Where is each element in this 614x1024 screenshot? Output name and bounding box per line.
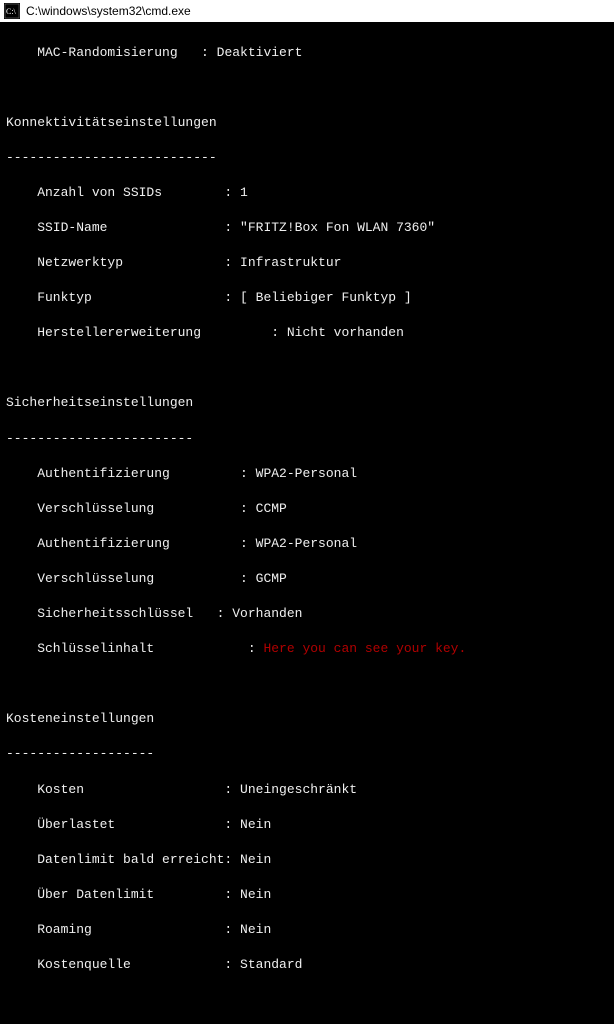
security-header: Sicherheitseinstellungen [6, 394, 608, 412]
enc2-value: GCMP [256, 571, 287, 586]
over-datalimit-label: Über Datenlimit : [6, 887, 240, 902]
mac-rand-label: MAC-Randomisierung : [6, 45, 217, 60]
cost-header: Kosteneinstellungen [6, 710, 608, 728]
svg-text:C:\: C:\ [6, 7, 17, 16]
cmd-icon: C:\ [4, 3, 20, 19]
ssid-count-label: Anzahl von SSIDs : [6, 185, 240, 200]
seckey-value: Vorhanden [232, 606, 302, 621]
radio-type-value: [ Beliebiger Funktyp ] [240, 290, 412, 305]
ssid-name-label: SSID-Name : [6, 220, 240, 235]
auth1-value: WPA2-Personal [256, 466, 357, 481]
blank-line [6, 675, 608, 693]
roaming-value: Nein [240, 922, 271, 937]
auth1-label: Authentifizierung : [6, 466, 256, 481]
datalimit-soon-value: Nein [240, 852, 271, 867]
cost-source-label: Kostenquelle : [6, 957, 240, 972]
network-type-label: Netzwerktyp : [6, 255, 240, 270]
window-title: C:\windows\system32\cmd.exe [26, 4, 191, 18]
titlebar: C:\ C:\windows\system32\cmd.exe [0, 0, 614, 22]
datalimit-soon-label: Datenlimit bald erreicht: [6, 852, 240, 867]
network-type-value: Infrastruktur [240, 255, 341, 270]
cost-value: Uneingeschränkt [240, 782, 357, 797]
cost-source-value: Standard [240, 957, 302, 972]
blank-line [6, 991, 608, 1009]
cost-label: Kosten : [6, 782, 240, 797]
ssid-count-value: 1 [240, 185, 248, 200]
over-datalimit-value: Nein [240, 887, 271, 902]
terminal-output[interactable]: MAC-Randomisierung : Deaktiviert Konnekt… [0, 22, 614, 512]
connectivity-header: Konnektivitätseinstellungen [6, 114, 608, 132]
connectivity-dashes: --------------------------- [6, 149, 608, 167]
cost-dashes: ------------------- [6, 745, 608, 763]
mac-rand-value: Deaktiviert [217, 45, 303, 60]
roaming-label: Roaming : [6, 922, 240, 937]
enc2-label: Verschlüsselung : [6, 571, 256, 586]
enc1-label: Verschlüsselung : [6, 501, 256, 516]
radio-type-label: Funktyp : [6, 290, 240, 305]
blank-line [6, 79, 608, 97]
seckey-label: Sicherheitsschlüssel : [6, 606, 232, 621]
keycontent-value: Here you can see your key. [263, 641, 466, 656]
enc1-value: CCMP [256, 501, 287, 516]
security-dashes: ------------------------ [6, 430, 608, 448]
auth2-label: Authentifizierung : [6, 536, 256, 551]
auth2-value: WPA2-Personal [256, 536, 357, 551]
vendor-ext-value: Nicht vorhanden [287, 325, 404, 340]
overload-value: Nein [240, 817, 271, 832]
keycontent-label: Schlüsselinhalt : [6, 641, 263, 656]
ssid-name-value: "FRITZ!Box Fon WLAN 7360" [240, 220, 435, 235]
overload-label: Überlastet : [6, 817, 240, 832]
blank-line [6, 359, 608, 377]
vendor-ext-label: Herstellererweiterung : [6, 325, 287, 340]
